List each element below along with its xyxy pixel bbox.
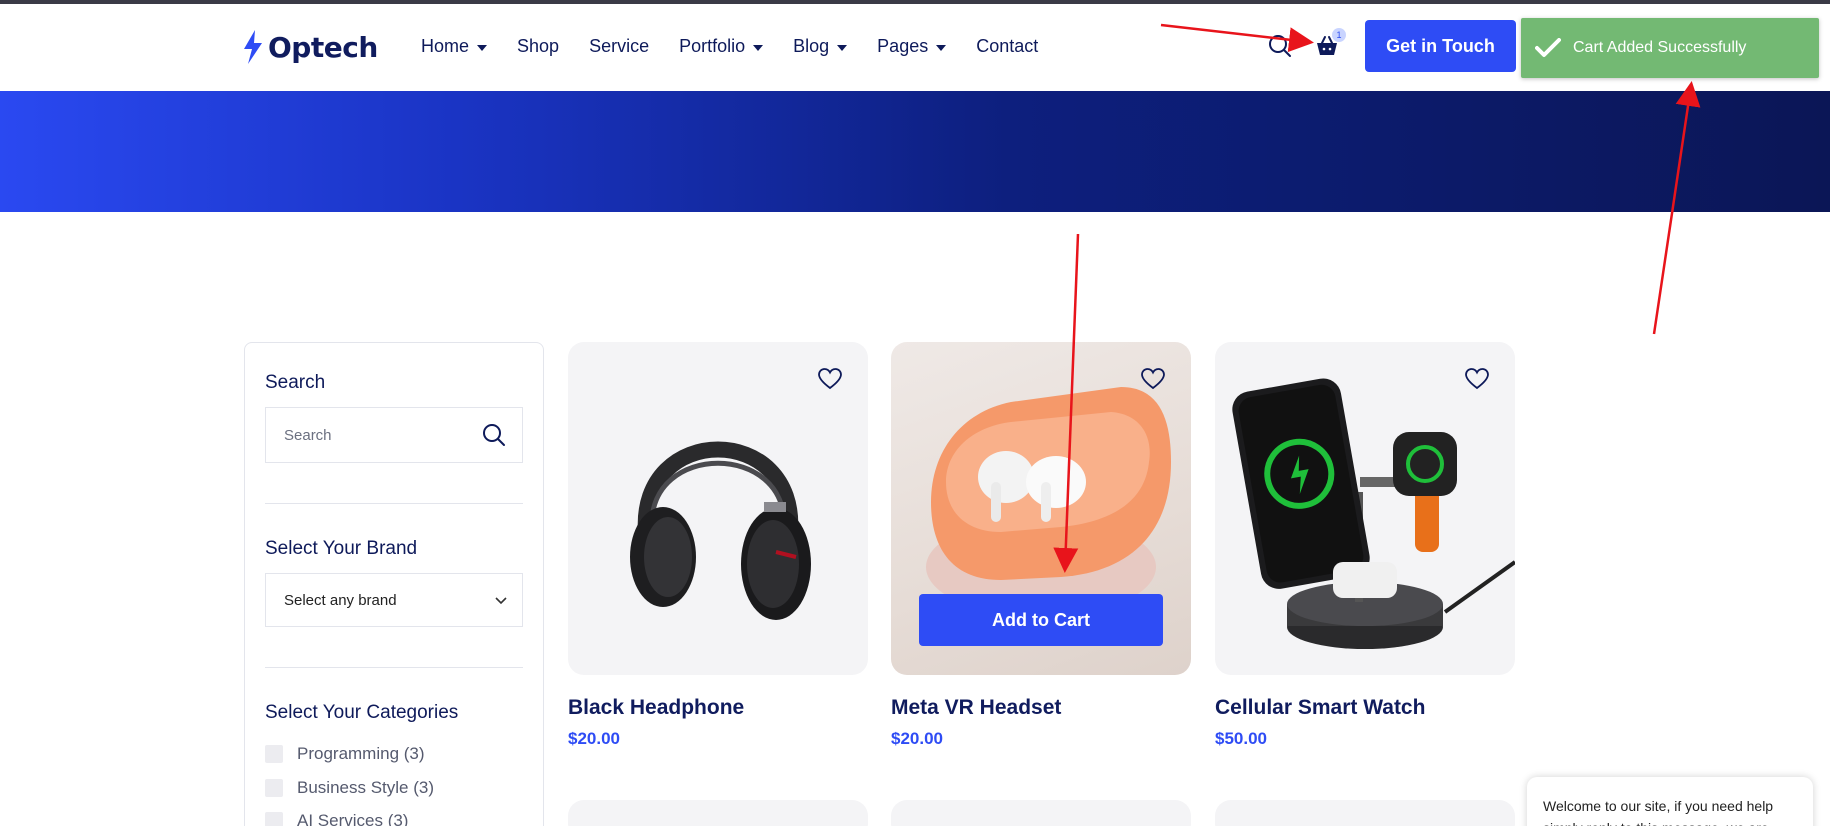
chevron-down-icon — [495, 597, 507, 605]
chat-message: Welcome to our site, if you need help si… — [1543, 798, 1774, 826]
brand-title: Select Your Brand — [265, 538, 418, 559]
header-cart-button[interactable]: 1 — [1315, 28, 1346, 63]
categories-title: Select Your Categories — [265, 702, 459, 723]
nav-shop[interactable]: Shop — [517, 36, 559, 57]
category-label: Programming (3) — [297, 744, 425, 763]
category-checkbox-business-style[interactable]: Business Style (3) — [265, 778, 434, 798]
header-search-button[interactable] — [1268, 34, 1292, 63]
nav-service[interactable]: Service — [589, 36, 649, 57]
page-banner — [0, 91, 1830, 212]
sidebar-search-input[interactable]: Search — [265, 407, 523, 463]
chat-welcome-popup[interactable]: Welcome to our site, if you need help si… — [1527, 777, 1813, 826]
toast-message: Cart Added Successfully — [1573, 39, 1747, 56]
cart-count-badge: 1 — [1332, 28, 1346, 42]
product-price: $20.00 — [568, 729, 620, 748]
product-name[interactable]: Cellular Smart Watch — [1215, 696, 1425, 720]
nav-portfolio-label: Portfolio — [679, 36, 746, 56]
search-placeholder: Search — [284, 427, 332, 444]
product-name[interactable]: Meta VR Headset — [891, 696, 1061, 720]
nav-home-label: Home — [421, 36, 470, 56]
headphone-image — [630, 441, 811, 620]
product-card-cellular-smart-watch[interactable] — [1215, 342, 1515, 675]
nav-pages-label: Pages — [877, 36, 929, 56]
divider — [265, 667, 523, 668]
main-nav: Home Shop Service Portfolio Blog Pages C… — [421, 36, 1068, 57]
lightning-icon — [244, 30, 262, 64]
category-label: Business Style (3) — [297, 778, 434, 797]
category-checkbox-ai-services[interactable]: AI Services (3) — [265, 811, 408, 826]
product-price: $20.00 — [891, 729, 943, 748]
product-name[interactable]: Black Headphone — [568, 696, 744, 720]
cart-added-toast[interactable]: Cart Added Successfully — [1521, 18, 1819, 78]
divider — [265, 503, 523, 504]
nav-pages[interactable]: Pages — [877, 36, 947, 57]
heart-icon[interactable] — [818, 368, 842, 390]
charging-stand-image — [1232, 378, 1515, 649]
checkbox[interactable] — [265, 779, 283, 797]
checkbox[interactable] — [265, 812, 283, 826]
product-price: $50.00 — [1215, 729, 1267, 748]
check-icon — [1535, 38, 1561, 57]
nav-blog[interactable]: Blog — [793, 36, 848, 57]
product-card-black-headphone[interactable] — [568, 342, 868, 675]
logo[interactable]: Optech — [242, 30, 378, 64]
nav-portfolio[interactable]: Portfolio — [679, 36, 764, 57]
product-card-meta-vr-headset[interactable]: Add to Cart — [891, 342, 1191, 675]
logo-text: Optech — [268, 30, 378, 64]
shop-sidebar: Search Search Select Your Brand Select a… — [244, 342, 544, 826]
brand-select-value: Select any brand — [284, 592, 397, 609]
search-icon — [1269, 35, 1291, 57]
category-label: AI Services (3) — [297, 811, 409, 826]
nav-contact[interactable]: Contact — [976, 36, 1038, 57]
heart-icon[interactable] — [1141, 368, 1165, 390]
product-card-partial[interactable] — [568, 800, 868, 826]
brand-select[interactable]: Select any brand — [265, 573, 523, 627]
category-checkbox-programming[interactable]: Programming (3) — [265, 744, 425, 764]
caret-down-icon — [753, 44, 764, 51]
checkbox[interactable] — [265, 745, 283, 763]
nav-blog-label: Blog — [793, 36, 830, 56]
product-card-partial[interactable] — [1215, 800, 1515, 826]
nav-service-label: Service — [589, 36, 650, 56]
nav-shop-label: Shop — [517, 36, 560, 56]
search-title: Search — [265, 372, 326, 393]
nav-contact-label: Contact — [976, 36, 1039, 56]
product-card-partial[interactable] — [891, 800, 1191, 826]
nav-home[interactable]: Home — [421, 36, 488, 57]
caret-down-icon — [837, 44, 848, 51]
caret-down-icon — [936, 44, 947, 51]
caret-down-icon — [477, 44, 488, 51]
heart-icon[interactable] — [1465, 368, 1489, 390]
search-icon[interactable] — [482, 423, 506, 447]
get-in-touch-button[interactable]: Get in Touch — [1365, 20, 1516, 72]
add-to-cart-button[interactable]: Add to Cart — [919, 594, 1163, 646]
